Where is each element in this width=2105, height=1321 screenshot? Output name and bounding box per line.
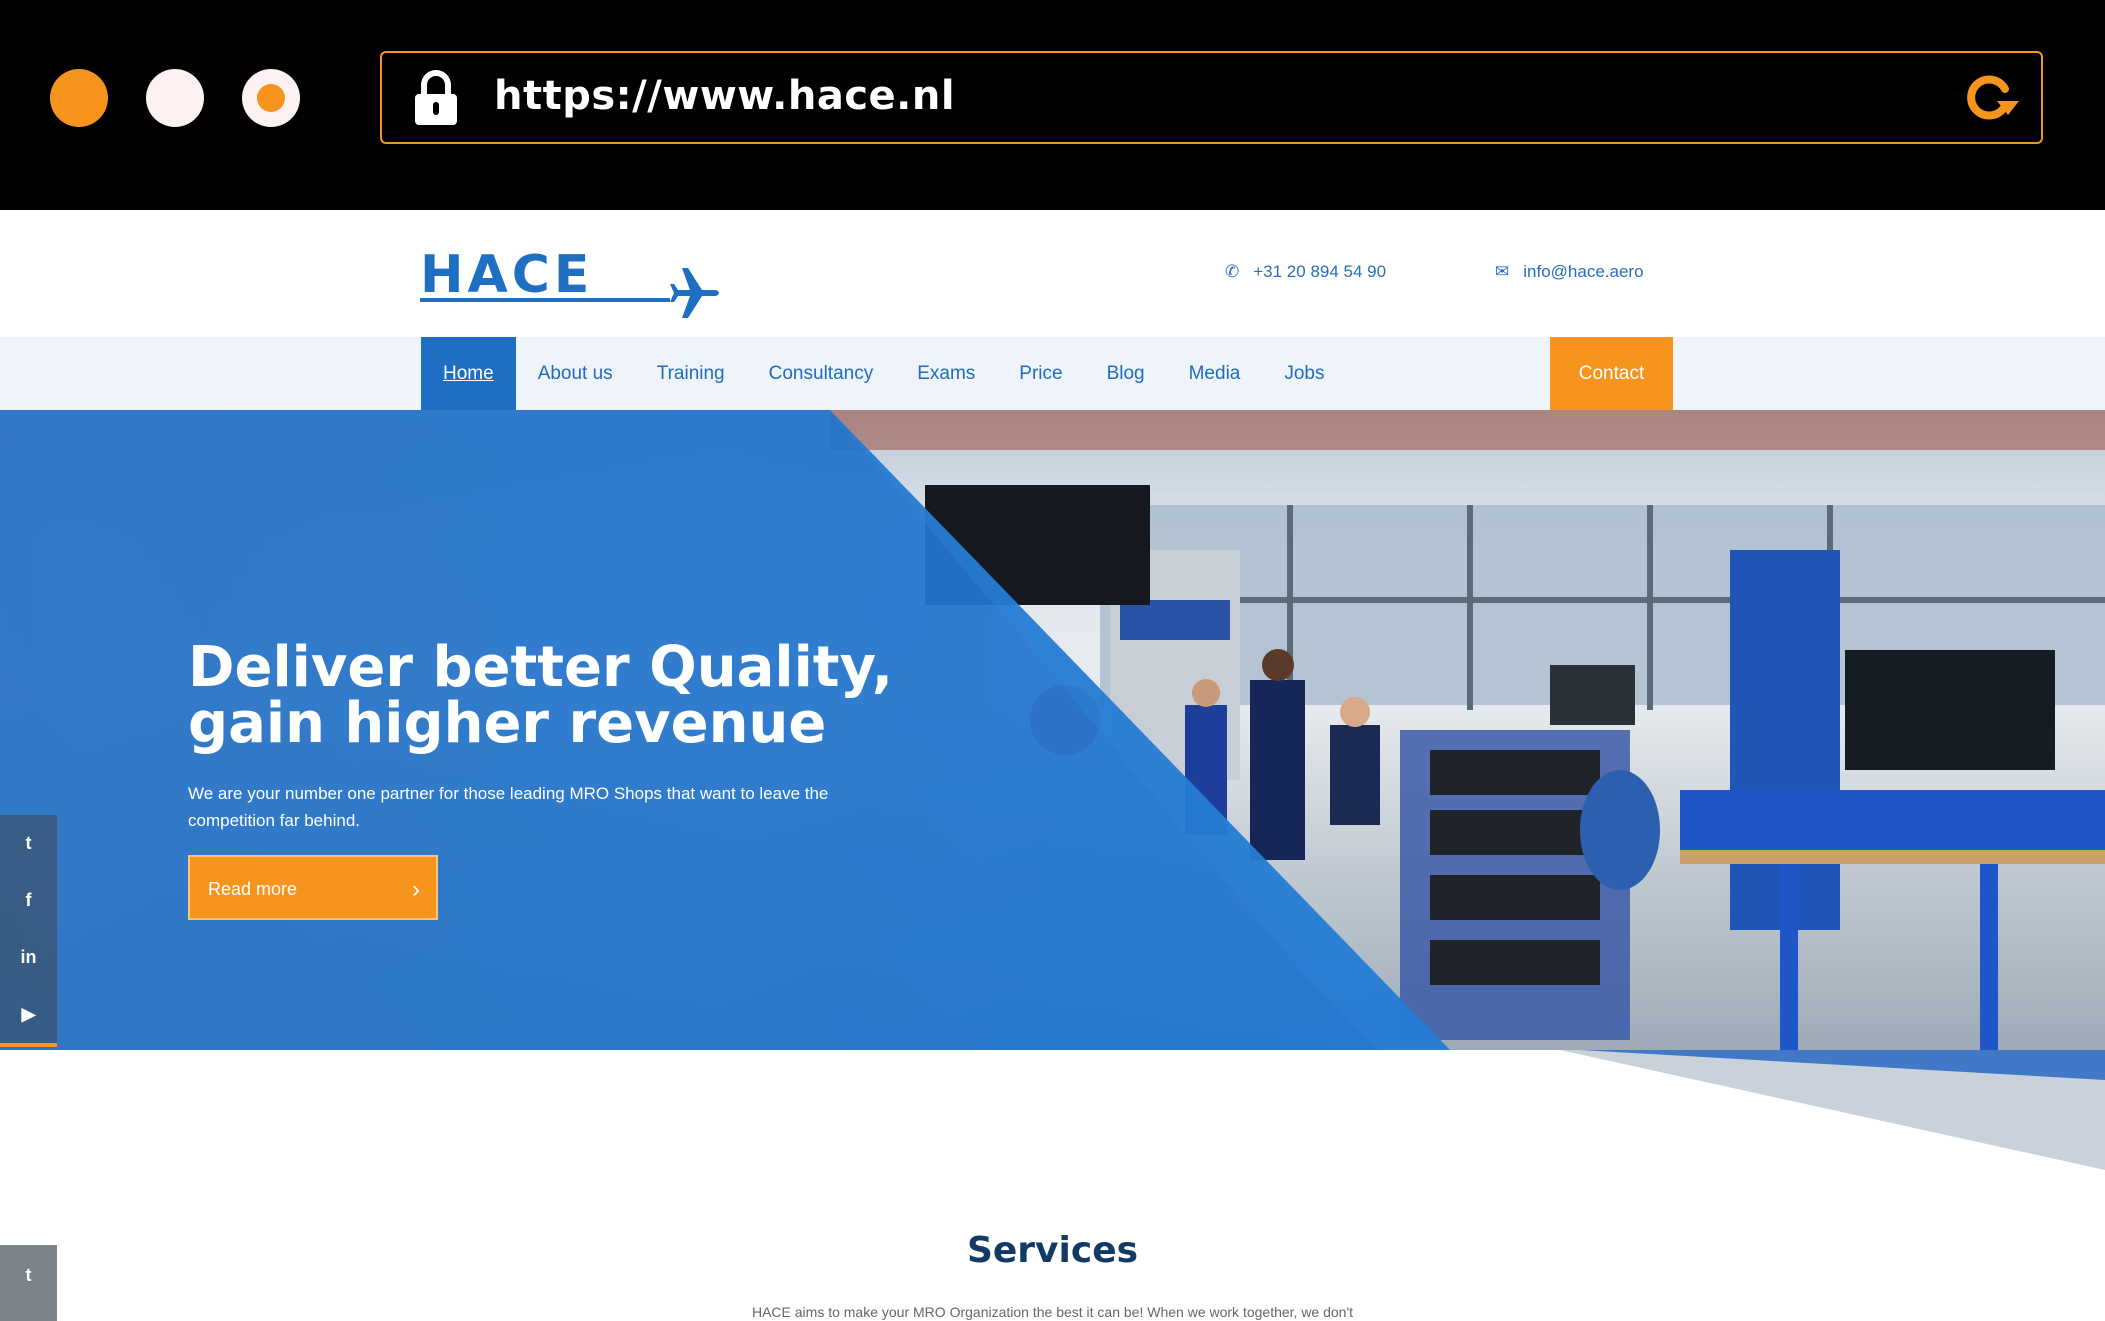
phone-number[interactable]: +31 20 894 54 90 bbox=[1253, 262, 1386, 282]
nav-exams[interactable]: Exams bbox=[895, 337, 997, 410]
hace-logo[interactable]: HACE bbox=[420, 240, 730, 330]
nav-training[interactable]: Training bbox=[635, 337, 747, 410]
nav-home[interactable]: Home bbox=[421, 337, 516, 410]
svg-text:HACE: HACE bbox=[420, 245, 593, 305]
nav-media[interactable]: Media bbox=[1167, 337, 1263, 410]
hero-title: Deliver better Quality, gain higher reve… bbox=[188, 640, 893, 752]
nav-price[interactable]: Price bbox=[997, 337, 1084, 410]
facebook-icon[interactable]: f bbox=[0, 872, 57, 929]
header-email[interactable]: ✉ info@hace.aero bbox=[1495, 262, 1644, 282]
address-bar[interactable]: https://www.hace.nl bbox=[380, 51, 2043, 144]
window-minimize-dot[interactable] bbox=[146, 69, 204, 127]
twitter-icon-bottom[interactable]: t bbox=[0, 1245, 57, 1321]
hero-bottom-edge bbox=[1560, 1050, 2105, 1170]
url-text[interactable]: https://www.hace.nl bbox=[494, 73, 955, 119]
nav-blog[interactable]: Blog bbox=[1085, 337, 1167, 410]
nav-items: Home About us Training Consultancy Exams… bbox=[421, 337, 1347, 410]
nav-about-us[interactable]: About us bbox=[516, 337, 635, 410]
lock-icon bbox=[415, 70, 457, 125]
hero-title-line-2: gain higher revenue bbox=[188, 691, 827, 756]
social-sidebar: t f in ▶ bbox=[0, 815, 57, 1047]
website-viewport: HACE ✆ +31 20 894 54 90 ✉ info@hace.aero… bbox=[0, 210, 2105, 1321]
browser-chrome: https://www.hace.nl bbox=[0, 0, 2105, 210]
nav-contact-button[interactable]: Contact bbox=[1550, 337, 1673, 410]
window-maximize-dot[interactable] bbox=[242, 69, 300, 127]
header-phone[interactable]: ✆ +31 20 894 54 90 bbox=[1225, 262, 1386, 282]
nav-jobs[interactable]: Jobs bbox=[1262, 337, 1346, 410]
twitter-icon[interactable]: t bbox=[0, 815, 57, 872]
nav-consultancy[interactable]: Consultancy bbox=[747, 337, 896, 410]
chevron-right-icon: › bbox=[412, 876, 420, 903]
services-intro: HACE aims to make your MRO Organization … bbox=[751, 1304, 1354, 1320]
main-nav: Home About us Training Consultancy Exams… bbox=[0, 337, 2105, 410]
phone-icon: ✆ bbox=[1225, 262, 1240, 281]
youtube-icon[interactable]: ▶ bbox=[0, 986, 57, 1043]
hero-subtitle: We are your number one partner for those… bbox=[188, 784, 829, 830]
linkedin-icon[interactable]: in bbox=[0, 929, 57, 986]
read-more-button[interactable]: Read more › bbox=[188, 855, 438, 920]
hero-banner: Deliver better Quality, gain higher reve… bbox=[0, 410, 2105, 1050]
email-address[interactable]: info@hace.aero bbox=[1523, 262, 1643, 282]
envelope-icon: ✉ bbox=[1495, 262, 1510, 281]
read-more-label: Read more bbox=[208, 879, 298, 899]
reload-icon[interactable] bbox=[1959, 69, 2021, 129]
window-close-dot[interactable] bbox=[50, 69, 108, 127]
services-heading: Services bbox=[966, 1230, 1139, 1271]
hero-title-line-1: Deliver better Quality, bbox=[188, 635, 894, 700]
